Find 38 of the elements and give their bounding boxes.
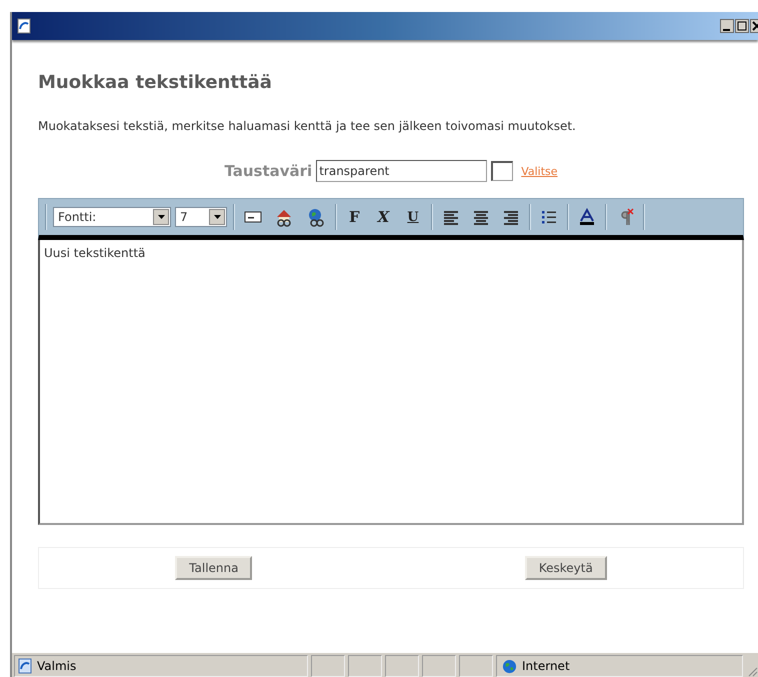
page-icon (16, 18, 32, 34)
align-left-icon[interactable] (442, 208, 460, 226)
align-center-icon[interactable] (472, 208, 490, 226)
font-select[interactable]: Fontti: (53, 207, 171, 227)
status-pane (348, 655, 382, 677)
caret-icon (158, 215, 164, 219)
underline-button[interactable]: U (401, 210, 425, 224)
zone-text: Internet (522, 659, 570, 673)
resize-grip-icon[interactable] (746, 665, 758, 677)
instructions-text: Muokataksesi tekstiä, merkitse haluamasi kenttä ja tee sen jälkeen toivomasi muutokset. (38, 119, 577, 134)
color-swatch (491, 161, 514, 181)
status-pane (385, 655, 419, 677)
editor-text: Uusi tekstikenttä (44, 246, 146, 260)
dropdown-button[interactable] (209, 209, 225, 225)
caret-icon (214, 215, 220, 219)
status-pane (459, 655, 493, 677)
form-button[interactable]: Keskeytä (524, 556, 607, 580)
field-label: Taustaväri (224, 162, 312, 180)
maximize-button[interactable] (735, 19, 749, 33)
textbox-icon[interactable] (244, 210, 262, 224)
minimize-button[interactable] (720, 19, 734, 33)
status-text: Valmis (37, 659, 76, 673)
status-pane (311, 655, 345, 677)
page-icon (17, 658, 33, 674)
bold-button[interactable]: F (343, 208, 366, 226)
link-globe-icon[interactable] (306, 207, 326, 227)
globe-icon (502, 658, 517, 674)
italic-button[interactable]: X (372, 208, 396, 226)
bulleted-list-icon[interactable] (540, 208, 558, 226)
dropdown-button[interactable] (153, 209, 169, 225)
color-input-field[interactable]: transparent (316, 160, 488, 182)
page-heading: Muokkaa tekstikenttää (38, 72, 273, 93)
align-right-icon[interactable] (502, 208, 520, 226)
text-editor[interactable]: Uusi tekstikenttä (38, 240, 744, 525)
status-pane (422, 655, 456, 677)
size-select[interactable]: 7 (175, 207, 227, 227)
text-color-icon[interactable] (578, 208, 596, 226)
form-button[interactable]: Tallenna (175, 556, 252, 580)
